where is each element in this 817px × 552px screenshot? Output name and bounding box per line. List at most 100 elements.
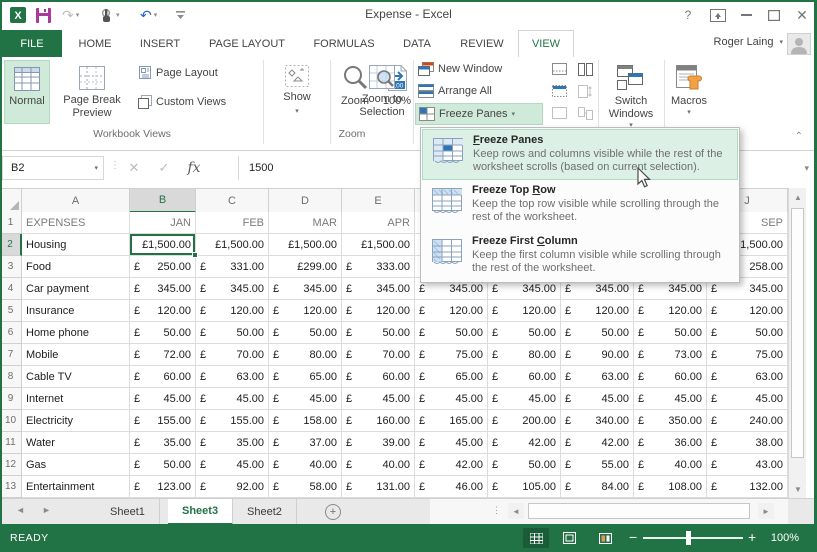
cell-G6[interactable]: £50.00 [488,322,561,344]
cell-A3[interactable]: Food [22,256,130,278]
cell-I8[interactable]: £60.00 [634,366,707,388]
new-window-button[interactable]: New Window [418,62,502,76]
cell-F11[interactable]: £45.00 [415,432,488,454]
row-header-8[interactable]: 8 [0,366,22,388]
new-sheet-button[interactable]: + [325,504,341,520]
cell-J12[interactable]: £43.00 [707,454,788,476]
column-header-C[interactable]: C [196,189,269,213]
zoom-level[interactable]: 100% [771,532,799,544]
sheet-tab-sheet2[interactable]: Sheet2 [233,499,297,525]
cell-G11[interactable]: £42.00 [488,432,561,454]
cell-A4[interactable]: Car payment [22,278,130,300]
vertical-scroll-thumb[interactable] [791,208,804,458]
tab-file[interactable]: FILE [2,30,62,57]
cell-D13[interactable]: £58.00 [269,476,342,498]
row-header-3[interactable]: 3 [0,256,22,278]
collapse-ribbon-button[interactable]: ⌃ [795,131,803,142]
cell-B11[interactable]: £35.00 [130,432,196,454]
split-button[interactable] [552,63,571,75]
select-all-corner[interactable] [0,189,22,213]
row-header-9[interactable]: 9 [0,388,22,410]
cell-F12[interactable]: £42.00 [415,454,488,476]
cell-J9[interactable]: £45.00 [707,388,788,410]
zoom-to-selection-button[interactable]: Zoom to Selection [353,60,411,124]
cell-C7[interactable]: £70.00 [196,344,269,366]
cell-D1[interactable]: MAR [269,212,342,234]
cell-B7[interactable]: £72.00 [130,344,196,366]
cell-G7[interactable]: £80.00 [488,344,561,366]
cell-A8[interactable]: Cable TV [22,366,130,388]
scrollbar-drag-dots[interactable]: ⋮ [492,505,501,516]
cell-B2[interactable]: £1,500.00 [130,234,198,258]
synchronous-scrolling-button[interactable] [578,85,597,98]
cell-B3[interactable]: £250.00 [130,256,196,278]
page-break-preview-shortcut[interactable] [592,528,618,548]
column-header-B[interactable]: B [130,189,196,213]
cell-E2[interactable]: £1,500.00 [342,234,415,256]
cell-H7[interactable]: £90.00 [561,344,634,366]
cell-F10[interactable]: £165.00 [415,410,488,432]
cell-B6[interactable]: £50.00 [130,322,196,344]
column-header-A[interactable]: A [22,189,130,213]
cell-D10[interactable]: £158.00 [269,410,342,432]
zoom-out-button[interactable]: − [629,529,637,545]
cell-J13[interactable]: £132.00 [707,476,788,498]
cell-A2[interactable]: Housing [22,234,130,256]
cell-A7[interactable]: Mobile [22,344,130,366]
insert-function-button[interactable]: fx [180,156,208,180]
cell-E13[interactable]: £131.00 [342,476,415,498]
cell-B4[interactable]: £345.00 [130,278,196,300]
cell-H9[interactable]: £45.00 [561,388,634,410]
cell-G5[interactable]: £120.00 [488,300,561,322]
cell-B5[interactable]: £120.00 [130,300,196,322]
cell-F8[interactable]: £65.00 [415,366,488,388]
cell-B1[interactable]: JAN [130,212,196,234]
freeze-panes-button[interactable]: Freeze Panes ▾ [415,103,543,125]
scroll-up-arrow[interactable]: ▲ [790,189,806,205]
cell-C8[interactable]: £63.00 [196,366,269,388]
cell-H6[interactable]: £50.00 [561,322,634,344]
cell-C6[interactable]: £50.00 [196,322,269,344]
tab-review[interactable]: REVIEW [448,30,516,57]
cell-H11[interactable]: £42.00 [561,432,634,454]
cell-E11[interactable]: £39.00 [342,432,415,454]
ribbon-display-options-button[interactable] [707,6,729,24]
cell-C3[interactable]: £331.00 [196,256,269,278]
maximize-button[interactable] [763,6,785,24]
row-header-11[interactable]: 11 [0,432,22,454]
cell-C5[interactable]: £120.00 [196,300,269,322]
vertical-scrollbar[interactable]: ▲ ▼ [788,188,806,498]
menu-item-freeze-top-row[interactable]: Freeze Top Row Keep the top row visible … [422,180,738,231]
fill-handle[interactable] [192,252,198,258]
cell-B9[interactable]: £45.00 [130,388,196,410]
cell-H12[interactable]: £55.00 [561,454,634,476]
help-button[interactable]: ? [677,6,699,24]
cell-D5[interactable]: £120.00 [269,300,342,322]
row-header-1[interactable]: 1 [0,212,22,234]
cell-D12[interactable]: £40.00 [269,454,342,476]
cell-D4[interactable]: £345.00 [269,278,342,300]
tab-page-layout[interactable]: PAGE LAYOUT [194,30,300,57]
cell-C10[interactable]: £155.00 [196,410,269,432]
minimize-button[interactable] [735,6,757,24]
cell-J11[interactable]: £38.00 [707,432,788,454]
cell-H8[interactable]: £63.00 [561,366,634,388]
scroll-left-arrow[interactable]: ◄ [508,503,524,519]
menu-item-freeze-panes[interactable]: Freeze Panes Keep rows and columns visib… [422,129,738,180]
cell-J10[interactable]: £240.00 [707,410,788,432]
row-header-10[interactable]: 10 [0,410,22,432]
row-header-4[interactable]: 4 [0,278,22,300]
tab-insert[interactable]: INSERT [128,30,192,57]
expand-formula-bar-arrow[interactable]: ▾ [804,163,809,174]
name-box[interactable]: B2 ▾ [2,156,104,180]
hide-button[interactable] [552,85,571,97]
arrange-all-button[interactable]: Arrange All [418,84,492,98]
cell-D3[interactable]: £299.00 [269,256,342,278]
tab-data[interactable]: DATA [388,30,446,57]
cell-E6[interactable]: £50.00 [342,322,415,344]
cell-H5[interactable]: £120.00 [561,300,634,322]
cell-I9[interactable]: £45.00 [634,388,707,410]
enter-button[interactable]: ✓ [150,156,178,180]
sheet-tab-sheet1[interactable]: Sheet1 [96,499,160,525]
cell-H13[interactable]: £84.00 [561,476,634,498]
